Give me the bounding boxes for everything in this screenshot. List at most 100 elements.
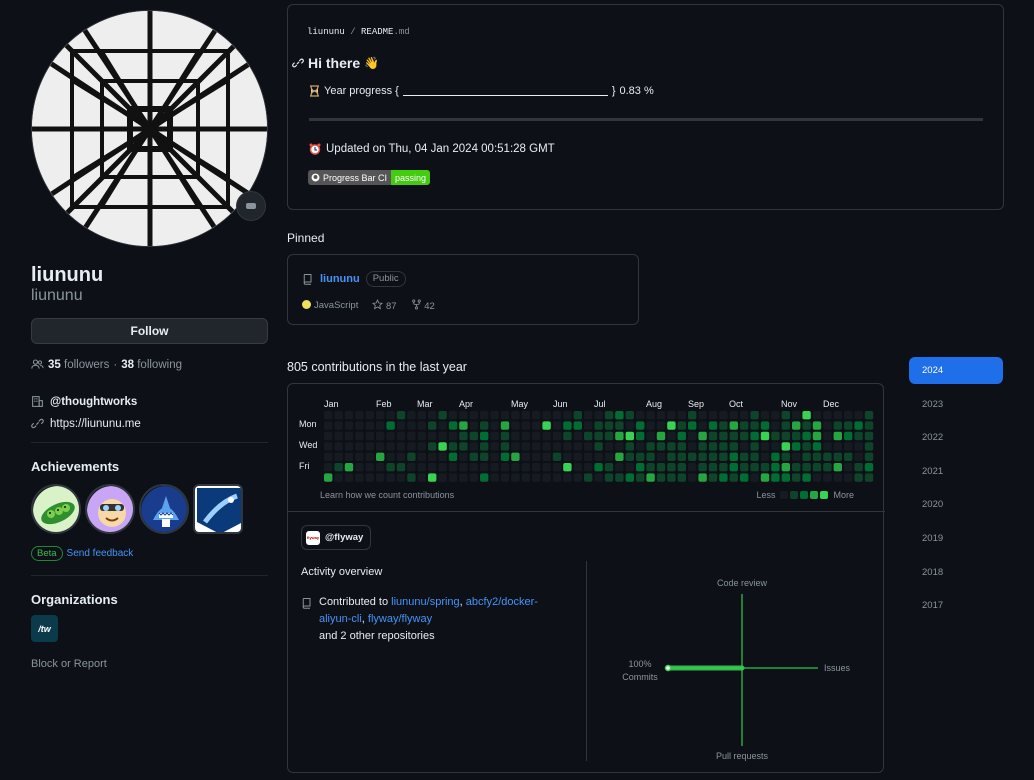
contribution-day[interactable] [542,421,551,430]
contribution-day[interactable] [542,463,551,472]
contribution-day[interactable] [604,473,614,482]
contribution-day[interactable] [386,411,395,420]
contribution-day[interactable] [490,463,499,472]
contribution-day[interactable] [376,442,385,451]
contribution-day[interactable] [417,421,426,430]
contribution-day[interactable] [365,411,374,420]
avatar[interactable] [31,10,268,247]
contribution-day[interactable] [584,431,593,441]
contribution-day[interactable] [417,431,426,441]
contribution-day[interactable] [615,431,624,441]
contribution-day[interactable] [573,411,582,420]
contribution-day[interactable] [854,473,863,482]
contribution-day[interactable] [833,431,842,441]
contribution-day[interactable] [677,473,686,482]
contribution-day[interactable] [324,452,333,461]
contribution-day[interactable] [355,452,364,461]
contribution-day[interactable] [636,411,645,420]
contribution-day[interactable] [646,442,655,451]
contribution-day[interactable] [552,411,562,420]
contribution-day[interactable] [334,463,343,472]
contribution-day[interactable] [594,463,603,472]
contribution-day[interactable] [844,442,853,451]
contribution-day[interactable] [688,463,697,472]
contribution-day[interactable] [854,421,863,430]
contribution-day[interactable] [324,442,333,451]
contribution-day[interactable] [729,452,738,461]
contribution-day[interactable] [396,463,406,472]
contribution-day[interactable] [417,463,426,472]
contribution-day[interactable] [667,442,676,451]
contribution-day[interactable] [469,431,478,441]
contribution-day[interactable] [428,442,437,451]
contribution-day[interactable] [490,411,499,420]
contribution-day[interactable] [532,421,541,430]
contribution-day[interactable] [844,473,853,482]
contribution-day[interactable] [667,421,676,430]
contribution-day[interactable] [719,421,728,430]
contribution-day[interactable] [781,442,790,451]
contribution-day[interactable] [480,421,489,430]
contribution-day[interactable] [469,463,478,472]
contribution-day[interactable] [864,442,874,451]
contribution-day[interactable] [469,442,478,451]
contribution-day[interactable] [781,463,790,472]
contribution-day[interactable] [698,411,707,420]
contribution-day[interactable] [532,452,541,461]
contribution-day[interactable] [688,411,697,420]
contribution-day[interactable] [438,463,447,472]
pinned-repo-link[interactable]: liununu [320,273,360,285]
contribution-day[interactable] [563,442,572,451]
contribution-day[interactable] [386,473,395,482]
contribution-day[interactable] [532,411,541,420]
contribution-day[interactable] [604,421,614,430]
repo-link-flyway[interactable]: flyway/flyway [368,613,432,625]
contribution-day[interactable] [490,452,499,461]
readme-file-name[interactable]: README [361,27,393,37]
contribution-day[interactable] [667,452,676,461]
contribution-day[interactable] [708,442,718,451]
contribution-day[interactable] [417,473,426,482]
contribution-day[interactable] [719,463,728,472]
contribution-day[interactable] [812,431,822,441]
contribution-day[interactable] [719,442,728,451]
contribution-day[interactable] [407,473,416,482]
contribution-day[interactable] [334,411,343,420]
year-link-2024[interactable]: 2024 [909,357,1003,384]
contribution-day[interactable] [823,431,832,441]
contribution-day[interactable] [812,452,822,461]
contribution-day[interactable] [459,473,468,482]
contribution-day[interactable] [854,411,863,420]
company-link[interactable]: @thoughtworks [50,396,137,408]
contribution-day[interactable] [563,411,572,420]
contribution-day[interactable] [729,463,738,472]
contribution-day[interactable] [771,411,780,420]
contribution-day[interactable] [376,431,385,441]
contribution-day[interactable] [396,452,406,461]
contribution-day[interactable] [792,473,801,482]
contribution-day[interactable] [833,463,842,472]
contribution-day[interactable] [563,452,572,461]
contribution-day[interactable] [677,411,686,420]
contribution-day[interactable] [792,452,801,461]
contribution-day[interactable] [802,442,811,451]
contribution-day[interactable] [438,442,447,451]
contribution-day[interactable] [812,442,822,451]
contribution-day[interactable] [677,421,686,430]
contribution-day[interactable] [532,431,541,441]
contribution-day[interactable] [844,411,853,420]
contribution-day[interactable] [365,463,374,472]
contribution-day[interactable] [604,452,614,461]
contribution-day[interactable] [844,463,853,472]
contribution-day[interactable] [542,452,551,461]
contribution-day[interactable] [511,411,520,420]
contribution-day[interactable] [573,421,582,430]
contribution-day[interactable] [864,473,874,482]
contribution-day[interactable] [760,473,770,482]
contribution-day[interactable] [480,442,489,451]
contribution-day[interactable] [823,452,832,461]
contribution-day[interactable] [448,421,458,430]
pair-extraordinaire-badge[interactable] [31,484,81,534]
contribution-day[interactable] [688,421,697,430]
contribution-day[interactable] [854,431,863,441]
